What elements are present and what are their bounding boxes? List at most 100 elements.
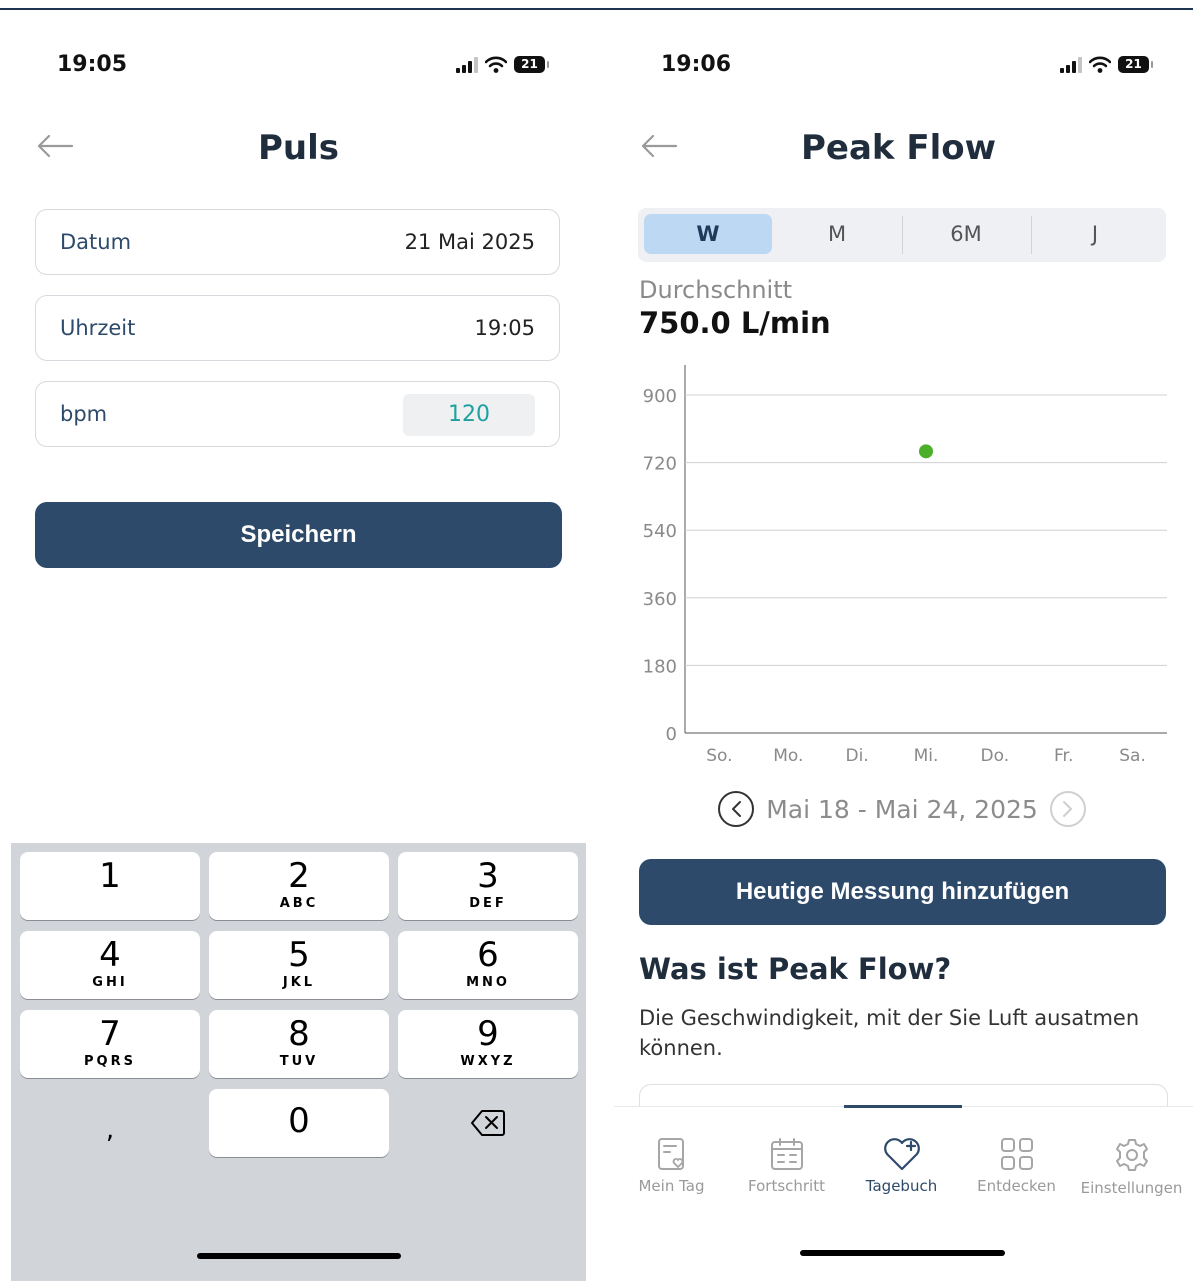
time-value: 19:05 xyxy=(474,316,535,340)
x-tick-label: Sa. xyxy=(1119,746,1146,766)
tab-fortschritt[interactable]: Fortschritt xyxy=(729,1137,844,1195)
key-6[interactable]: 6 MNO xyxy=(398,931,578,999)
key-5[interactable]: 5 JKL xyxy=(209,931,389,999)
delete-key[interactable] xyxy=(398,1089,578,1157)
peak-flow-screen: 19:06 21 Peak Flow W M 6M J Durchschnitt… xyxy=(604,10,1193,1281)
x-tick-label: Mi. xyxy=(914,746,939,766)
segment-year[interactable]: J xyxy=(1031,214,1159,254)
tab-einstellungen[interactable]: Einstellungen xyxy=(1074,1137,1189,1197)
tab-label: Entdecken xyxy=(977,1177,1056,1195)
cellular-signal-icon xyxy=(1060,56,1082,73)
x-tick-label: Mo. xyxy=(773,746,803,766)
chevron-left-icon xyxy=(732,801,741,817)
calendar-icon xyxy=(770,1138,803,1170)
average-label: Durchschnitt xyxy=(639,276,793,304)
key-7[interactable]: 7 PQRS xyxy=(20,1010,200,1078)
key-letters: GHI xyxy=(92,975,128,990)
key-number: 2 xyxy=(288,856,310,896)
tab-entdecken[interactable]: Entdecken xyxy=(959,1137,1074,1195)
key-number: 7 xyxy=(99,1014,121,1054)
x-tick-label: So. xyxy=(706,746,732,766)
bpm-input[interactable]: 120 xyxy=(403,394,535,436)
grid-icon xyxy=(1000,1138,1033,1170)
wifi-icon xyxy=(1089,56,1111,73)
numeric-keypad: 1 2 ABC 3 DEF 4 GHI 5 JKL 6 MNO 7 PQRS 8 xyxy=(11,843,586,1281)
key-number: 8 xyxy=(288,1014,310,1054)
data-point xyxy=(919,444,933,459)
key-letters: PQRS xyxy=(84,1054,136,1069)
key-number: 9 xyxy=(477,1014,499,1054)
y-tick-label: 180 xyxy=(643,656,677,677)
tab-mein-tag[interactable]: Mein Tag xyxy=(614,1137,729,1195)
y-tick-label: 720 xyxy=(643,454,677,475)
home-indicator xyxy=(197,1253,401,1259)
key-number: , xyxy=(105,1115,115,1145)
key-number: 3 xyxy=(477,856,499,896)
date-label: Datum xyxy=(60,230,132,254)
y-tick-label: 0 xyxy=(666,724,677,745)
battery-icon: 21 xyxy=(514,56,549,73)
key-comma[interactable]: , xyxy=(20,1100,200,1168)
key-number: 4 xyxy=(99,935,121,975)
key-letters: MNO xyxy=(466,975,510,990)
peak-flow-chart: 0 180 360 540 720 900 So. Mo. Di. Mi. Do. Fr. Sa. xyxy=(643,365,1167,766)
cellular-signal-icon xyxy=(456,56,478,73)
segment-6-months[interactable]: 6M xyxy=(902,214,1030,254)
key-8[interactable]: 8 TUV xyxy=(209,1010,389,1078)
key-number: 6 xyxy=(477,935,499,975)
next-week-button[interactable] xyxy=(1050,791,1086,827)
backspace-icon xyxy=(471,1110,505,1136)
status-time: 19:06 xyxy=(661,52,732,77)
tab-label: Mein Tag xyxy=(638,1177,705,1195)
key-9[interactable]: 9 WXYZ xyxy=(398,1010,578,1078)
key-4[interactable]: 4 GHI xyxy=(20,931,200,999)
y-tick-label: 540 xyxy=(643,521,677,542)
info-text: Die Geschwindigkeit, mit der Sie Luft au… xyxy=(639,1006,1140,1060)
info-title: Was ist Peak Flow? xyxy=(639,952,952,986)
heart-plus-icon xyxy=(883,1138,920,1171)
key-letters: WXYZ xyxy=(460,1054,516,1069)
period-segmented-control: W M 6M J xyxy=(638,208,1166,262)
time-label: Uhrzeit xyxy=(60,316,136,340)
y-tick-label: 360 xyxy=(643,589,677,610)
key-1[interactable]: 1 xyxy=(20,852,200,920)
x-tick-label: Do. xyxy=(981,746,1010,766)
average-value: 750.0 L/min xyxy=(639,306,831,340)
page-title: Puls xyxy=(257,128,339,168)
key-3[interactable]: 3 DEF xyxy=(398,852,578,920)
battery-icon: 21 xyxy=(1118,56,1153,73)
tab-label: Einstellungen xyxy=(1080,1179,1183,1197)
tab-label: Fortschritt xyxy=(748,1177,825,1195)
bottom-tab-bar: Mein Tag Fortschritt Tagebuch Entdecken … xyxy=(614,1105,1193,1217)
key-letters: ABC xyxy=(279,896,319,911)
segment-month[interactable]: M xyxy=(773,214,901,254)
key-number: 1 xyxy=(99,856,121,896)
key-2[interactable]: 2 ABC xyxy=(209,852,389,920)
time-field[interactable]: Uhrzeit 19:05 xyxy=(35,295,560,361)
key-letters: DEF xyxy=(469,896,507,911)
my-day-icon xyxy=(657,1138,684,1170)
key-number: 0 xyxy=(288,1101,310,1141)
bpm-field: bpm 120 xyxy=(35,381,560,447)
y-tick-label: 900 xyxy=(643,386,677,407)
save-button[interactable]: Speichern xyxy=(35,502,562,568)
active-tab-indicator xyxy=(844,1105,962,1108)
date-value: 21 Mai 2025 xyxy=(404,230,535,254)
gear-icon xyxy=(1115,1139,1148,1171)
key-number: 5 xyxy=(288,935,310,975)
status-time: 19:05 xyxy=(57,52,128,77)
status-icons: 21 xyxy=(1060,56,1153,73)
page-title: Peak Flow xyxy=(800,128,997,168)
x-tick-label: Fr. xyxy=(1054,746,1073,766)
key-letters: TUV xyxy=(279,1054,319,1069)
previous-week-button[interactable] xyxy=(718,791,754,827)
date-field[interactable]: Datum 21 Mai 2025 xyxy=(35,209,560,275)
segment-week[interactable]: W xyxy=(644,214,772,254)
status-icons: 21 xyxy=(456,56,549,73)
x-tick-label: Di. xyxy=(846,746,869,766)
bpm-label: bpm xyxy=(60,402,108,426)
date-range-text: Mai 18 - Mai 24, 2025 xyxy=(766,794,1038,824)
add-measurement-button[interactable]: Heutige Messung hinzufügen xyxy=(639,859,1166,925)
tab-tagebuch[interactable]: Tagebuch xyxy=(844,1137,959,1195)
key-0[interactable]: 0 xyxy=(209,1089,389,1157)
